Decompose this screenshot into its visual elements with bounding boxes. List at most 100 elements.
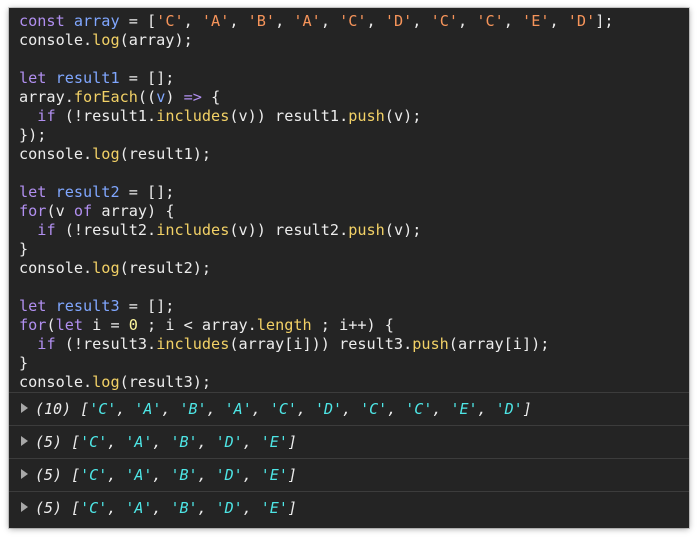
code-line: array.forEach((v) => { [19, 88, 689, 107]
array-item: 'A' [224, 400, 252, 418]
array-item: 'A' [125, 499, 153, 517]
expand-triangle-icon[interactable] [21, 469, 28, 479]
array-length: (5) [35, 466, 63, 484]
string-token: 'D' [384, 12, 413, 30]
keyword-token: if [37, 335, 56, 353]
array-item: 'D' [215, 499, 243, 517]
array-length: (5) [35, 433, 63, 451]
code-line: } [19, 240, 689, 259]
code-line: if (!result2.includes(v)) result2.push(v… [19, 221, 689, 240]
code-line: ​ [19, 278, 689, 297]
string-token: 'C' [339, 12, 367, 30]
expand-triangle-icon[interactable] [21, 502, 28, 512]
function-token: includes [156, 221, 230, 239]
array-preview: (10) ['C', 'A', 'B', 'A', 'C', 'D', 'C',… [35, 400, 532, 418]
code-text: array. [19, 88, 74, 106]
function-token: includes [156, 107, 230, 125]
function-token: forEach [73, 88, 138, 106]
code-text: (v); [384, 107, 422, 125]
expand-triangle-icon[interactable] [21, 436, 28, 446]
keyword-token: if [37, 221, 56, 239]
array-item: 'B' [170, 499, 198, 517]
code-text: , [320, 12, 340, 30]
code-text: (!result1. [55, 107, 157, 125]
code-text: = [ [119, 12, 157, 30]
code-line: let result3 = []; [19, 297, 689, 316]
string-token: 'A' [201, 12, 230, 30]
function-token: log [92, 31, 120, 49]
code-text: ( [46, 316, 56, 334]
code-text: (!result3. [55, 335, 157, 353]
console-log-entry[interactable]: (5) ['C', 'A', 'B', 'D', 'E'] [9, 425, 689, 458]
code-text: (v); [384, 221, 422, 239]
string-token: 'D' [567, 12, 596, 30]
code-line: ​ [19, 164, 689, 183]
keyword-token: let [19, 69, 56, 87]
keyword-token: => [183, 88, 202, 106]
array-preview: (5) ['C', 'A', 'B', 'D', 'E'] [35, 499, 297, 517]
expand-triangle-icon[interactable] [21, 403, 28, 413]
code-line: }); [19, 126, 689, 145]
code-text: = []; [119, 69, 175, 87]
devtools-console: const array = ['C', 'A', 'B', 'A', 'C', … [9, 8, 689, 528]
code-line: const array = ['C', 'A', 'B', 'A', 'C', … [19, 12, 689, 31]
array-item: 'E' [260, 466, 288, 484]
array-item: 'D' [215, 466, 243, 484]
array-length: (5) [35, 499, 63, 517]
code-text: array) { [92, 202, 175, 220]
string-token: 'C' [476, 12, 504, 30]
array-length: (10) [35, 400, 72, 418]
console-log-entry[interactable]: (5) ['C', 'A', 'B', 'D', 'E'] [9, 491, 689, 524]
code-text: (v)) result2. [229, 221, 349, 239]
code-text: , [275, 12, 294, 30]
array-preview: (5) ['C', 'A', 'B', 'D', 'E'] [35, 433, 297, 451]
code-text: console. [19, 145, 93, 163]
code-text: ; i < array. [137, 316, 257, 334]
code-text: ) [165, 88, 184, 106]
keyword-token: let [19, 183, 56, 201]
code-text: } [19, 240, 29, 258]
code-text: (!result2. [55, 221, 157, 239]
array-item: 'D' [314, 400, 343, 418]
keyword-token: if [37, 107, 56, 125]
array-item: 'D' [495, 400, 523, 418]
code-text: , [549, 12, 568, 30]
console-output: (10) ['C', 'A', 'B', 'A', 'C', 'D', 'C',… [9, 392, 689, 524]
code-text: (array); [119, 31, 193, 49]
code-text: } [19, 354, 29, 372]
console-log-entry[interactable]: (10) ['C', 'A', 'B', 'A', 'C', 'D', 'C',… [9, 392, 689, 425]
code-text: (result3); [119, 373, 212, 391]
string-token: 'C' [430, 12, 459, 30]
code-text: , [366, 12, 385, 30]
code-text: i = [83, 316, 129, 334]
keyword-token: for [19, 202, 47, 220]
console-log-entry[interactable]: (5) ['C', 'A', 'B', 'D', 'E'] [9, 458, 689, 491]
code-line: for(let i = 0 ; i < array.length ; i++) … [19, 316, 689, 335]
array-item: 'A' [125, 433, 153, 451]
string-token: 'C' [156, 12, 184, 30]
code-text: , [183, 12, 202, 30]
keyword-token: let [19, 297, 56, 315]
function-token: push [348, 221, 385, 239]
code-text: (result2); [119, 259, 212, 277]
code-text: (( [137, 88, 157, 106]
function-token: push [412, 335, 449, 353]
keyword-token: let [55, 316, 84, 334]
array-item: 'D' [215, 433, 243, 451]
string-token: 'E' [522, 12, 550, 30]
code-editor[interactable]: const array = ['C', 'A', 'B', 'A', 'C', … [9, 8, 689, 392]
variable-token: v [156, 88, 166, 106]
array-item: 'C' [80, 433, 108, 451]
code-text: { [201, 88, 221, 106]
function-token: log [92, 259, 120, 277]
variable-token: array [73, 12, 120, 30]
code-text: (array[i])) result3. [229, 335, 413, 353]
code-text: = []; [119, 183, 175, 201]
code-line: let result1 = []; [19, 69, 689, 88]
keyword-token: const [19, 12, 74, 30]
array-item: 'C' [80, 466, 108, 484]
code-text: (v [46, 202, 74, 220]
